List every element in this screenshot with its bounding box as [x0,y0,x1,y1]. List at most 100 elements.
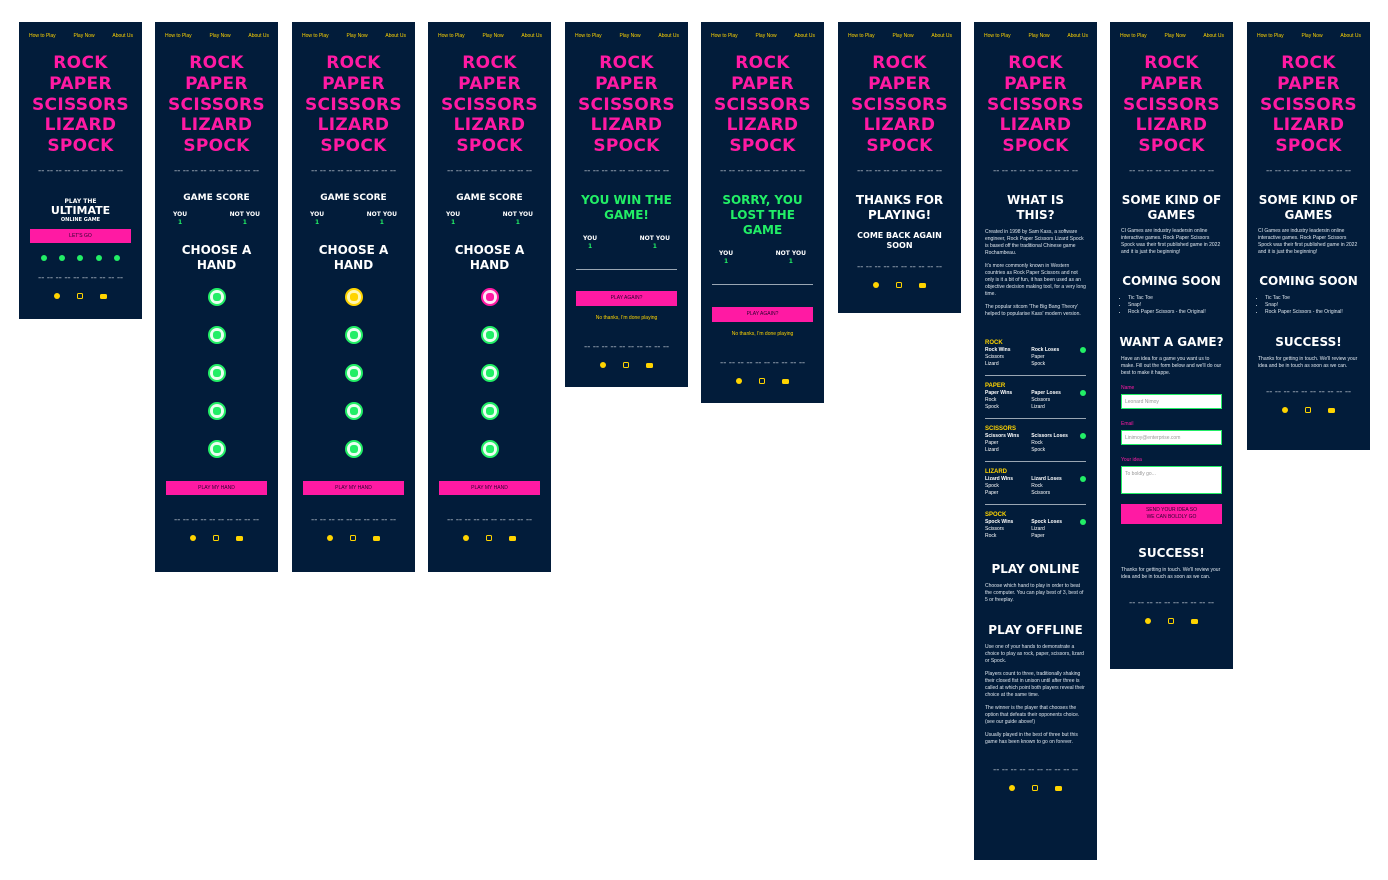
nav-about-us[interactable]: About Us [521,33,542,39]
spock-icon [113,254,120,261]
nav-play-now[interactable]: Play Now [1164,33,1185,39]
email-field[interactable]: Linimoy@enterprise.com [1121,429,1222,445]
youtube-icon[interactable] [236,535,244,541]
lizard-hand-button[interactable] [480,401,499,420]
facebook-icon[interactable] [1144,617,1151,624]
facebook-icon[interactable] [326,534,333,541]
rock-hand-button[interactable] [207,287,226,306]
rock-hand-button[interactable] [344,287,363,306]
spock-hand-button[interactable] [344,439,363,458]
youtube-icon[interactable] [1191,618,1199,624]
nav-how-to-play[interactable]: How to Play [1257,33,1284,39]
nav-about-us[interactable]: About Us [658,33,679,39]
play-again-button[interactable]: PLAY AGAIN? [712,306,813,322]
done-playing-link[interactable]: No thanks, I'm done playing [565,315,688,322]
separator [576,268,677,270]
lets-go-button[interactable]: LET'S GO [30,228,131,243]
nav-play-now[interactable]: Play Now [1028,33,1049,39]
lizard-hand-button[interactable] [207,401,226,420]
facebook-icon[interactable] [1008,784,1015,791]
facebook-icon[interactable] [189,534,196,541]
nav-how-to-play[interactable]: How to Play [711,33,738,39]
page-title: ROCK PAPER SCISSORS LIZARD SPOCK [305,53,402,157]
instagram-icon[interactable] [895,281,902,288]
instagram-icon[interactable] [349,534,356,541]
instagram-icon[interactable] [758,377,765,384]
play-my-hand-button[interactable]: PLAY MY HAND [166,480,267,495]
youtube-icon[interactable] [100,293,108,299]
scissors-hand-button[interactable] [344,363,363,382]
facebook-icon[interactable] [599,361,606,368]
nav-how-to-play[interactable]: How to Play [438,33,465,39]
rock-hand-button[interactable] [480,287,499,306]
instagram-icon[interactable] [1167,617,1174,624]
scissors-hand-button[interactable] [480,363,499,382]
nav-how-to-play[interactable]: How to Play [165,33,192,39]
nav-how-to-play[interactable]: How to Play [1120,33,1147,39]
nav-play-now[interactable]: Play Now [346,33,367,39]
social-links [1110,617,1233,624]
youtube-icon[interactable] [1055,785,1063,791]
youtube-icon[interactable] [646,362,654,368]
social-links [838,281,961,288]
nav-about-us[interactable]: About Us [248,33,269,39]
play-my-hand-button[interactable]: PLAY MY HAND [303,480,404,495]
paper-hand-button[interactable] [480,325,499,344]
send-idea-button[interactable]: SEND YOUR IDEA SO WE CAN BOLDLY GO [1121,503,1222,524]
nav: How to Play Play Now About Us [1110,22,1233,39]
paper-hand-button[interactable] [344,325,363,344]
facebook-icon[interactable] [735,377,742,384]
nav-play-now[interactable]: Play Now [619,33,640,39]
divider: -- -- -- -- -- -- -- -- -- -- [993,765,1078,775]
instagram-icon[interactable] [622,361,629,368]
instagram-icon[interactable] [1031,784,1038,791]
play-my-hand-button[interactable]: PLAY MY HAND [439,480,540,495]
idea-field[interactable]: To boldly go... [1121,465,1222,494]
nav-how-to-play[interactable]: How to Play [984,33,1011,39]
nav: How to Play Play Now About Us [1247,22,1370,39]
nav-about-us[interactable]: About Us [1203,33,1224,39]
youtube-icon[interactable] [509,535,517,541]
nav-about-us[interactable]: About Us [385,33,406,39]
play-again-button[interactable]: PLAY AGAIN? [576,290,677,306]
youtube-icon[interactable] [782,378,790,384]
nav-how-to-play[interactable]: How to Play [575,33,602,39]
nav-play-now[interactable]: Play Now [73,33,94,39]
instagram-icon[interactable] [485,534,492,541]
nav-play-now[interactable]: Play Now [1301,33,1322,39]
spock-hand-button[interactable] [480,439,499,458]
facebook-icon[interactable] [872,281,879,288]
spock-hand-button[interactable] [207,439,226,458]
paper-icon [59,254,66,261]
facebook-icon[interactable] [1281,406,1288,413]
paper-hand-button[interactable] [207,325,226,344]
nav-how-to-play[interactable]: How to Play [302,33,329,39]
nav-play-now[interactable]: Play Now [755,33,776,39]
score-board: YOU 1 NOT YOU 1 [719,249,806,265]
facebook-icon[interactable] [53,292,60,299]
nav-how-to-play[interactable]: How to Play [29,33,56,39]
name-field[interactable]: Leonard Nimoy [1121,393,1222,409]
facebook-icon[interactable] [462,534,469,541]
nav-play-now[interactable]: Play Now [209,33,230,39]
divider: -- -- -- -- -- -- -- -- -- -- [1266,387,1351,397]
instagram-icon[interactable] [212,534,219,541]
nav-about-us[interactable]: About Us [931,33,952,39]
instagram-icon[interactable] [1304,406,1311,413]
nav-about-us[interactable]: About Us [794,33,815,39]
nav-play-now[interactable]: Play Now [892,33,913,39]
done-playing-link[interactable]: No thanks, I'm done playing [701,331,824,338]
lizard-hand-button[interactable] [344,401,363,420]
instagram-icon[interactable] [76,292,83,299]
nav-how-to-play[interactable]: How to Play [848,33,875,39]
youtube-icon[interactable] [373,535,381,541]
scissors-hand-button[interactable] [207,363,226,382]
youtube-icon[interactable] [919,282,927,288]
nav-about-us[interactable]: About Us [1340,33,1361,39]
screen-about: How to Play Play Now About Us ROCK PAPER SCI… [974,22,1097,860]
nav-about-us[interactable]: About Us [1067,33,1088,39]
youtube-icon[interactable] [1328,407,1336,413]
divider: -- -- -- -- -- -- -- -- -- -- [311,166,396,176]
nav-about-us[interactable]: About Us [112,33,133,39]
nav-play-now[interactable]: Play Now [482,33,503,39]
